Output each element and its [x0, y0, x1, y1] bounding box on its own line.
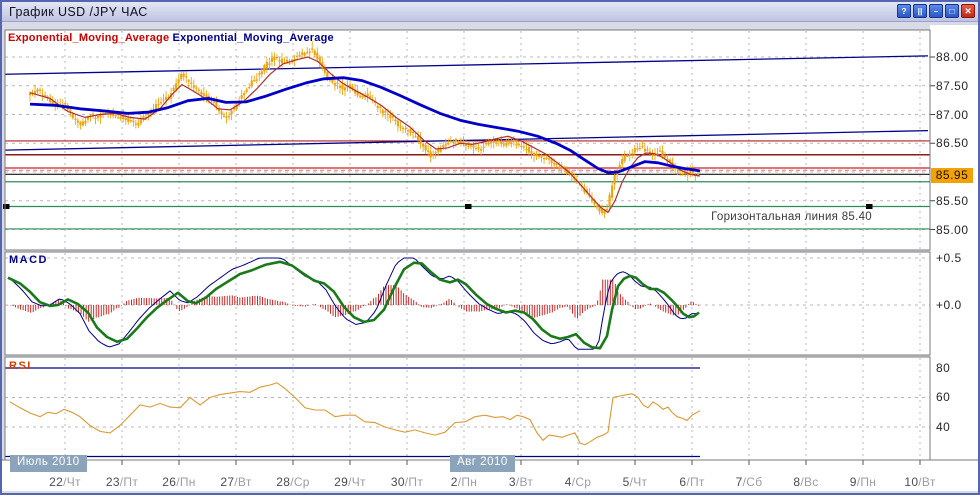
window-buttons: ? || – □ ✕	[897, 4, 975, 18]
window-title: График USD /JPY ЧАС	[2, 5, 148, 19]
help-button[interactable]: ?	[897, 4, 911, 18]
chart-window: График USD /JPY ЧАС ? || – □ ✕ Exponenti…	[0, 0, 980, 495]
minimize-button[interactable]: –	[929, 4, 943, 18]
maximize-button[interactable]: □	[945, 4, 959, 18]
title-bar[interactable]: График USD /JPY ЧАС ? || – □ ✕	[2, 2, 978, 22]
close-button[interactable]: ✕	[961, 4, 975, 18]
pause-button[interactable]: ||	[913, 4, 927, 18]
chart-canvas[interactable]	[0, 0, 980, 495]
